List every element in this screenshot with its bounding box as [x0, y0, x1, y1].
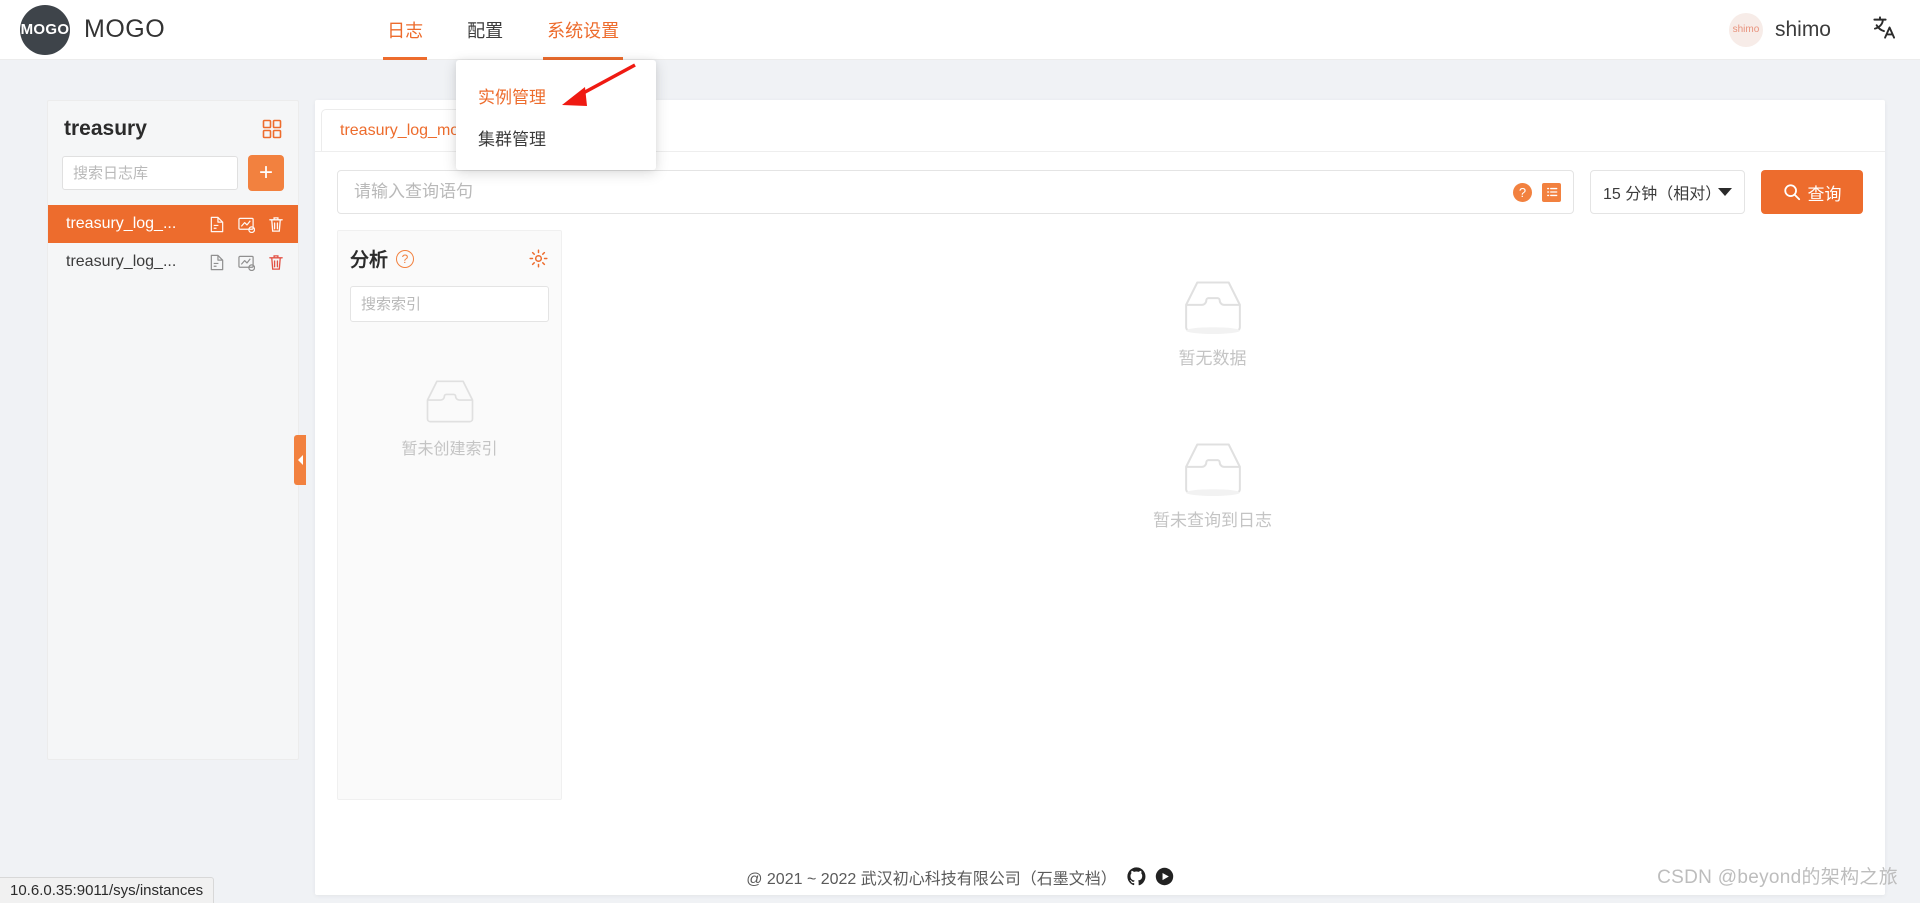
help-icon[interactable]: ?: [1513, 182, 1532, 202]
copyright-text: @ 2021 ~ 2022 武汉初心科技有限公司（石墨文档）: [746, 870, 1117, 888]
history-list-icon[interactable]: [1542, 182, 1561, 202]
play-circle-icon[interactable]: [1155, 867, 1174, 886]
app-footer: @ 2021 ~ 2022 武汉初心科技有限公司（石墨文档）: [0, 850, 1920, 903]
system-settings-dropdown: 实例管理 集群管理: [456, 60, 656, 170]
search-icon: [1783, 184, 1800, 201]
analysis-empty-text: 暂未创建索引: [401, 441, 498, 458]
github-icon[interactable]: [1127, 867, 1146, 886]
gear-icon[interactable]: [528, 248, 549, 269]
logs-empty-state: 暂未查询到日志: [562, 440, 1863, 531]
query-input-wrap[interactable]: ?: [337, 170, 1574, 214]
browser-status-bar: 10.6.0.35:9011/sys/instances: [0, 877, 215, 903]
delete-icon[interactable]: [268, 254, 284, 271]
nav-item-system-settings[interactable]: 系统设置: [525, 0, 641, 60]
results-area: 暂无数据 暂未查询到日志: [562, 230, 1863, 800]
list-item-label: treasury_log_...: [66, 215, 177, 232]
empty-box-icon: [1184, 443, 1241, 496]
logs-empty-text: 暂未查询到日志: [1153, 511, 1272, 530]
sidebar-collapse-handle[interactable]: [294, 435, 306, 485]
nav-item-config[interactable]: 配置: [445, 0, 525, 60]
log-library-search-row: +: [48, 141, 298, 191]
analysis-header: 分析 ?: [350, 245, 549, 272]
log-library-panel: treasury 搜索日志库 + treasury_log_... treasu…: [47, 100, 299, 760]
analysis-panel: 分析 ? 搜索索引 暂未创建索引: [337, 230, 562, 800]
chart-empty-state: 暂无数据: [562, 278, 1863, 369]
time-range-select[interactable]: 15 分钟（相对）: [1590, 170, 1745, 214]
log-library-title: treasury: [64, 117, 147, 140]
chevron-down-icon: [1718, 188, 1732, 196]
header-right: shimo shimo: [1728, 12, 1898, 47]
log-library-search-input[interactable]: [63, 157, 237, 189]
watermark: CSDN @beyond的架构之旅: [1657, 867, 1898, 888]
brand-logo-icon: MOGO: [20, 4, 70, 55]
log-library-list: treasury_log_... treasury_log_...: [48, 205, 298, 281]
brand: MOGO MOGO: [20, 4, 166, 55]
app-root: MOGO MOGO 日志 配置 系统设置 shimo shimo 实例管理 集群…: [0, 0, 1920, 903]
chart-off-icon[interactable]: [238, 254, 256, 271]
search-button-label: 查询: [1807, 184, 1842, 204]
list-item-label: treasury_log_...: [66, 253, 177, 270]
main-content-card: treasury_log_mo ? 15 分钟（相对）: [315, 100, 1885, 895]
grid-view-icon[interactable]: [262, 119, 282, 139]
log-library-header: treasury: [48, 101, 298, 141]
chart-empty-text: 暂无数据: [1178, 349, 1247, 368]
help-icon[interactable]: ?: [396, 249, 415, 268]
list-item[interactable]: treasury_log_...: [48, 243, 298, 281]
footer-icons: [1127, 867, 1174, 886]
list-item-actions: [209, 254, 284, 271]
user-name[interactable]: shimo: [1775, 18, 1831, 42]
translate-icon[interactable]: [1871, 14, 1898, 46]
search-button[interactable]: 查询: [1761, 170, 1863, 214]
main-nav: 日志 配置 系统设置: [365, 0, 641, 60]
status-bar-url: 10.6.0.35:9011/sys/instances: [10, 882, 204, 899]
list-item-actions: [209, 216, 284, 233]
content-split: 分析 ? 搜索索引 暂未创建索引 暂无数据 暂未查询到日志: [315, 214, 1885, 800]
empty-box-icon: [426, 380, 473, 423]
analysis-empty-state: 暂未创建索引: [350, 377, 549, 459]
avatar[interactable]: shimo: [1728, 12, 1763, 47]
index-search[interactable]: [350, 286, 549, 322]
dropdown-item-instance-management[interactable]: 实例管理: [456, 74, 656, 116]
document-icon[interactable]: [209, 216, 225, 233]
brand-name: MOGO: [84, 15, 166, 43]
document-icon[interactable]: [209, 254, 225, 271]
body-wrap: treasury 搜索日志库 + treasury_log_... treasu…: [0, 60, 1920, 895]
list-item[interactable]: treasury_log_...: [48, 205, 298, 243]
chevron-left-icon: [297, 455, 303, 465]
nav-item-logs[interactable]: 日志: [365, 0, 445, 60]
index-search-input[interactable]: [351, 287, 548, 321]
time-range-value: 15 分钟（相对）: [1603, 186, 1722, 203]
analysis-title: 分析: [350, 250, 389, 271]
query-input[interactable]: [352, 171, 1513, 213]
dropdown-item-cluster-management[interactable]: 集群管理: [456, 116, 656, 158]
empty-box-icon: [1184, 281, 1241, 334]
chart-off-icon[interactable]: [238, 216, 256, 233]
delete-icon[interactable]: [268, 216, 284, 233]
tab-treasury-log[interactable]: treasury_log_mo: [321, 109, 479, 151]
app-header: MOGO MOGO 日志 配置 系统设置 shimo shimo: [0, 0, 1920, 60]
add-log-library-button[interactable]: +: [248, 155, 284, 191]
log-library-search[interactable]: [62, 156, 238, 190]
